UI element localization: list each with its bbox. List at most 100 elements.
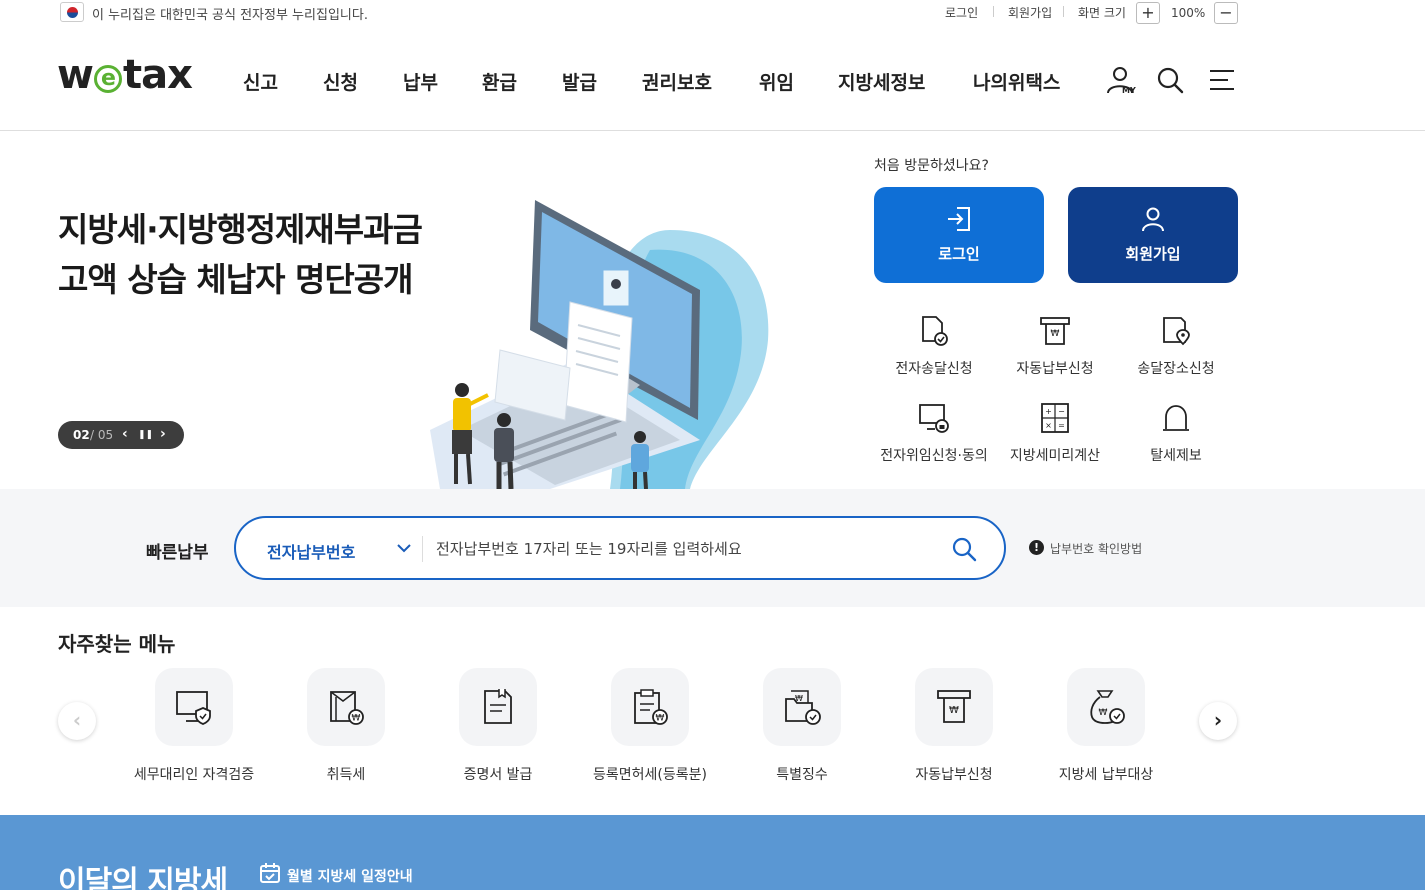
divider: [422, 536, 423, 562]
bill-icon: ₩: [1040, 317, 1070, 345]
chevron-down-icon[interactable]: [396, 540, 412, 556]
service-label: 자동납부신청: [1016, 361, 1094, 377]
nav-rights[interactable]: 권리보호: [642, 68, 712, 95]
bill-icon: ₩: [937, 690, 971, 723]
quick-pay-section: 빠른납부 전자납부번호 ! 납부번호 확인방법: [0, 489, 1425, 607]
tile: ₩: [915, 668, 993, 746]
nav-report[interactable]: 신고: [243, 68, 278, 95]
site-header: w e tax 신고 신청 납부 환급 발급 권리보호 위임 지방세정보 나의위택스…: [0, 28, 1425, 131]
my-label: MY: [1122, 86, 1136, 95]
quick-pay-title: 빠른납부: [146, 543, 209, 563]
frequent-item-auto-pay[interactable]: ₩ 자동납부신청: [874, 668, 1034, 784]
monthly-schedule-link[interactable]: 월별 지방세 일정안내: [287, 866, 413, 886]
service-label: 탈세제보: [1150, 448, 1202, 464]
money-bag-check-icon: ₩: [1090, 690, 1125, 724]
tile: [155, 668, 233, 746]
payment-number-input[interactable]: [436, 534, 926, 564]
pager-total: / 05: [90, 428, 114, 442]
gov-banner: 이 누리집은 대한민국 공식 전자정부 누리집입니다. 로그인 회원가입 화면 …: [0, 0, 1425, 28]
payment-type-select[interactable]: 전자납부번호: [267, 539, 355, 563]
hero-computer-illustration[interactable]: [400, 190, 780, 489]
top-signup-link[interactable]: 회원가입: [1008, 4, 1052, 21]
service-e-delegation[interactable]: 전자위임신청·동의: [869, 401, 999, 465]
folder-won-check-icon: ₩: [785, 690, 821, 725]
frequent-item-acquisition-tax[interactable]: ₩ 취득세: [266, 668, 426, 784]
svg-text:₩: ₩: [949, 705, 959, 716]
frequent-prev-button[interactable]: ‹: [58, 702, 96, 740]
login-button-label: 로그인: [938, 245, 980, 263]
tile: ₩: [1067, 668, 1145, 746]
frequent-item-label: 세무대리인 자격검증: [133, 767, 255, 783]
service-label: 전자송달신청: [895, 361, 973, 377]
frequent-item-registration-tax[interactable]: ₩ 등록면허세(등록분): [570, 668, 730, 784]
search-icon[interactable]: [950, 535, 978, 563]
svg-text:=: =: [1058, 421, 1065, 430]
frequent-menu-title: 자주찾는 메뉴: [58, 632, 176, 656]
service-tax-calculator[interactable]: + − × = 지방세미리계산: [990, 401, 1120, 465]
payment-number-help-link[interactable]: 납부번호 확인방법: [1050, 540, 1142, 557]
service-auto-pay[interactable]: ₩ 자동납부신청: [990, 314, 1120, 378]
login-button[interactable]: 로그인: [874, 187, 1044, 283]
tile: ₩: [611, 668, 689, 746]
frequent-item-label: 증명서 발급: [463, 767, 533, 783]
font-size-label: 화면 크기: [1078, 6, 1126, 20]
service-delivery-place[interactable]: 송달장소신청: [1111, 314, 1241, 378]
hero-title-line2[interactable]: 고액 상습 체납자 명단공개: [58, 253, 413, 301]
divider: [1063, 6, 1064, 17]
zoom-out-button[interactable]: −: [1214, 2, 1238, 24]
certificate-icon: [484, 689, 512, 724]
calendar-check-icon: [260, 863, 280, 883]
menu-icon[interactable]: [1206, 64, 1238, 96]
frequent-item-label: 취득세: [326, 767, 366, 783]
zoom-in-button[interactable]: +: [1136, 2, 1160, 24]
tile: ₩: [307, 668, 385, 746]
frequent-item-label: 자동납부신청: [915, 767, 993, 783]
frequent-item-label: 지방세 납부대상: [1058, 767, 1154, 783]
service-e-delivery[interactable]: 전자송달신청: [869, 314, 999, 378]
monthly-tax-section: 이달의 지방세 월별 지방세 일정안내: [0, 815, 1425, 890]
svg-text:₩: ₩: [795, 694, 803, 703]
siren-icon: [1163, 405, 1189, 431]
info-icon: !: [1029, 540, 1044, 555]
frequent-item-certificate[interactable]: 증명서 발급: [418, 668, 578, 784]
pager-prev-button[interactable]: ‹: [122, 426, 128, 442]
korea-flag-icon: [60, 2, 84, 22]
top-login-link[interactable]: 로그인: [945, 4, 978, 21]
nav-delegation[interactable]: 위임: [759, 68, 794, 95]
gov-banner-text: 이 누리집은 대한민국 공식 전자정부 누리집입니다.: [92, 8, 368, 23]
first-visit-text: 처음 방문하셨나요?: [874, 158, 989, 174]
nav-apply[interactable]: 신청: [323, 68, 358, 95]
signup-button[interactable]: 회원가입: [1068, 187, 1238, 283]
pager-next-button[interactable]: ›: [160, 426, 166, 442]
nav-refund[interactable]: 환급: [482, 68, 517, 95]
nav-issue[interactable]: 발급: [562, 68, 597, 95]
service-label: 송달장소신청: [1137, 361, 1215, 377]
location-document-icon: [1163, 317, 1190, 346]
nav-tax-info[interactable]: 지방세정보: [838, 68, 925, 95]
frequent-item-label: 등록면허세(등록분): [593, 767, 707, 783]
service-tax-evasion-report[interactable]: 탈세제보: [1111, 401, 1241, 465]
wetax-logo[interactable]: w e tax: [57, 52, 193, 98]
hero-pager: 02 / 05 ‹ ❚❚ ›: [58, 421, 184, 449]
svg-text:×: ×: [1045, 421, 1052, 430]
frequent-item-tax-payable[interactable]: ₩ 지방세 납부대상: [1026, 668, 1186, 784]
monitor-shield-icon: [176, 691, 211, 725]
service-label: 전자위임신청·동의: [880, 448, 988, 464]
pager-current: 02: [73, 428, 90, 442]
frequent-item-special-collection[interactable]: ₩ 특별징수: [722, 668, 882, 784]
frequent-item-agent-verify[interactable]: 세무대리인 자격검증: [114, 668, 274, 784]
monitor-lock-icon: [919, 404, 949, 433]
envelope-won-icon: ₩: [330, 691, 364, 725]
nav-my-wetax[interactable]: 나의위택스: [973, 68, 1060, 95]
nav-pay[interactable]: 납부: [403, 68, 438, 95]
pager-pause-button[interactable]: ❚❚: [138, 430, 153, 440]
svg-text:₩: ₩: [1051, 329, 1060, 339]
svg-text:₩: ₩: [656, 714, 665, 724]
signup-button-label: 회원가입: [1125, 245, 1181, 263]
svg-text:+: +: [1045, 407, 1052, 416]
frequent-next-button[interactable]: ›: [1199, 702, 1237, 740]
logo-w: w: [57, 52, 94, 98]
search-icon[interactable]: [1154, 64, 1186, 96]
hero-title-line1[interactable]: 지방세·지방행정제재부과금: [58, 203, 423, 251]
service-label: 지방세미리계산: [1009, 448, 1101, 464]
